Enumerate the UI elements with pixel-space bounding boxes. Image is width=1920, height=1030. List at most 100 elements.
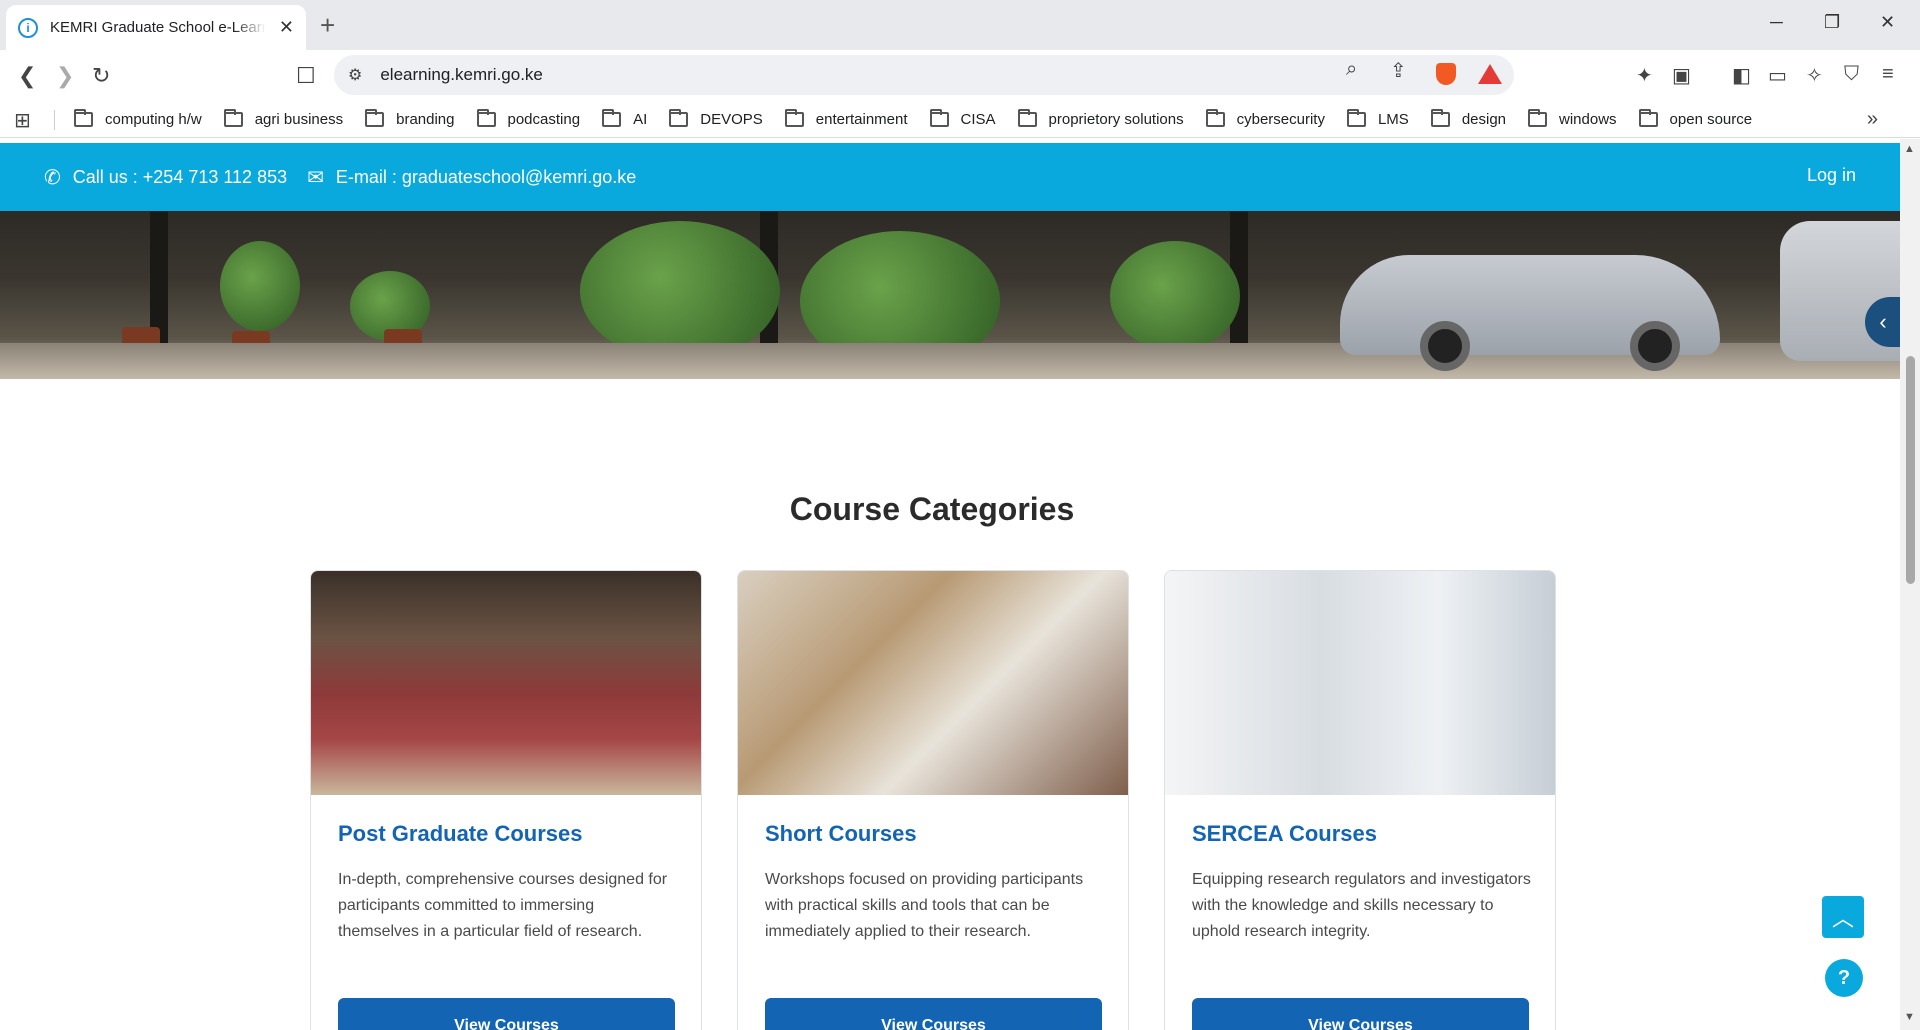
bookmark-folder[interactable]: AI [602,108,647,128]
active-tab[interactable]: i KEMRI Graduate School e-Learning ✕ [6,5,306,50]
bookmark-folder[interactable]: DEVOPS [669,108,763,128]
extensions-icon[interactable]: ✦ [1636,63,1653,88]
reload-icon[interactable]: ↻ [92,63,110,89]
card-title[interactable]: Short Courses [765,821,917,847]
phone-text: Call us : +254 713 112 853 [72,166,288,187]
site-settings-icon[interactable]: ⚙ [348,65,362,85]
forward-icon[interactable]: ❯ [56,63,74,89]
menu-icon[interactable]: ≡ [1882,63,1894,86]
scroll-up-icon[interactable]: ▲ [1904,143,1915,155]
page-scrollbar[interactable]: ▲ ▼ [1900,139,1920,1030]
phone-icon: ✆ [44,166,61,189]
folder-icon [74,108,93,127]
contact-email[interactable]: ✉ E-mail : graduateschool@kemri.go.ke [307,165,636,190]
bookmark-folder[interactable]: entertainment [784,108,908,128]
bookmarks-bar: ⊞ computing h/w agri business branding p… [0,100,1920,138]
plant [580,221,780,361]
course-card-short: Short Courses Workshops focused on provi… [737,570,1129,1030]
leo-ai-icon[interactable]: ✧ [1806,63,1823,88]
folder-icon [1205,108,1225,127]
sidebar-icon[interactable]: ◧ [1732,63,1751,88]
bookmark-folder[interactable]: windows [1528,108,1617,128]
scrollbar-thumb[interactable] [1906,356,1915,584]
folder-icon [1017,108,1037,127]
site-favicon-icon: i [18,17,38,38]
folder-icon [784,108,804,127]
bookmark-folder[interactable]: branding [365,108,455,128]
wheel [1420,321,1470,371]
folder-icon [929,108,949,127]
view-courses-button[interactable]: View Courses [1192,998,1529,1030]
brave-rewards-icon[interactable] [1478,64,1502,84]
view-courses-button[interactable]: View Courses [338,998,675,1030]
back-icon[interactable]: ❮ [18,63,36,89]
url-text: elearning.kemri.go.ke [380,65,543,84]
login-link[interactable]: Log in [1807,165,1856,186]
folder-icon [365,108,385,127]
students-high-five-image [738,571,1128,795]
reading-list-icon[interactable]: ▣ [1672,63,1691,88]
address-bar[interactable]: ⚙ elearning.kemri.go.ke [334,55,1514,95]
folder-icon [223,108,243,127]
bookmark-folder[interactable]: CISA [929,108,996,128]
folder-icon [1346,108,1366,127]
vpn-icon[interactable]: ⛉ [1844,63,1859,86]
share-icon[interactable]: ⇪ [1390,58,1407,83]
lecture-hall-image [311,571,701,795]
bookmarks-separator [54,110,55,130]
tab-title: KEMRI Graduate School e-Learning [50,19,266,36]
browser-toolbar: ❮ ❯ ↻ ☐ ⚙ elearning.kemri.go.ke ⌕ ⇪ ✦ ▣ … [0,50,1920,100]
card-description: Equipping research regulators and invest… [1192,871,1531,940]
bookmark-icon[interactable]: ☐ [296,63,316,89]
hero-carousel-image: ‹ [0,211,1900,379]
help-button[interactable]: ? [1825,959,1863,997]
apps-grid-icon[interactable]: ⊞ [14,108,31,133]
window-close-icon[interactable]: ✕ [1880,12,1895,33]
wheel [1630,321,1680,371]
card-title[interactable]: Post Graduate Courses [338,821,583,847]
new-tab-icon[interactable]: + [320,10,335,41]
chevron-left-icon: ‹ [1879,309,1887,334]
card-description: Workshops focused on providing participa… [765,871,1084,940]
close-tab-icon[interactable]: ✕ [279,17,294,38]
folder-icon [476,108,496,127]
bookmark-folder[interactable]: proprietory solutions [1017,108,1184,128]
view-courses-button[interactable]: View Courses [765,998,1102,1030]
lab-scientist-image [1165,571,1555,795]
bookmark-folder[interactable]: agri business [223,108,343,128]
folder-icon [602,108,622,127]
folder-icon [1528,108,1548,127]
bookmark-list: computing h/w agri business branding pod… [74,100,1774,138]
contact-phone[interactable]: ✆ Call us : +254 713 112 853 [44,165,287,190]
restore-icon[interactable]: ❐ [1824,12,1840,33]
bookmark-folder[interactable]: open source [1638,108,1752,128]
folder-icon [669,108,689,127]
folder-icon [1638,108,1658,127]
plant [220,241,300,331]
envelope-icon: ✉ [307,166,324,189]
zoom-icon[interactable]: ⌕ [1346,58,1357,81]
bookmark-folder[interactable]: computing h/w [74,108,202,128]
tab-strip: i KEMRI Graduate School e-Learning ✕ + ─… [0,0,1920,50]
question-icon: ? [1837,966,1851,989]
bookmark-folder[interactable]: podcasting [476,108,580,128]
bookmark-folder[interactable]: LMS [1346,108,1409,128]
brave-shields-icon[interactable] [1436,63,1456,85]
chevron-up-icon: ︿ [1831,906,1854,931]
email-text: E-mail : graduateschool@kemri.go.ke [335,166,637,187]
bookmark-folder[interactable]: cybersecurity [1205,108,1325,128]
card-description: In-depth, comprehensive courses designed… [338,871,668,940]
card-title[interactable]: SERCEA Courses [1192,821,1377,847]
wallet-icon[interactable]: ▭ [1768,63,1787,88]
course-card-postgraduate: Post Graduate Courses In-depth, comprehe… [310,570,702,1030]
contact-bar: ✆ Call us : +254 713 112 853 ✉ E-mail : … [0,143,1900,211]
section-title: Course Categories [789,491,1075,527]
plant [1110,241,1240,351]
page-viewport: ✆ Call us : +254 713 112 853 ✉ E-mail : … [0,139,1900,1030]
more-bookmarks-icon[interactable]: » [1867,108,1878,131]
minimize-icon[interactable]: ─ [1770,12,1783,33]
bookmark-folder[interactable]: design [1430,108,1506,128]
scroll-down-icon[interactable]: ▼ [1904,1011,1915,1023]
back-to-top-button[interactable]: ︿ [1822,896,1864,938]
folder-icon [1430,108,1450,127]
